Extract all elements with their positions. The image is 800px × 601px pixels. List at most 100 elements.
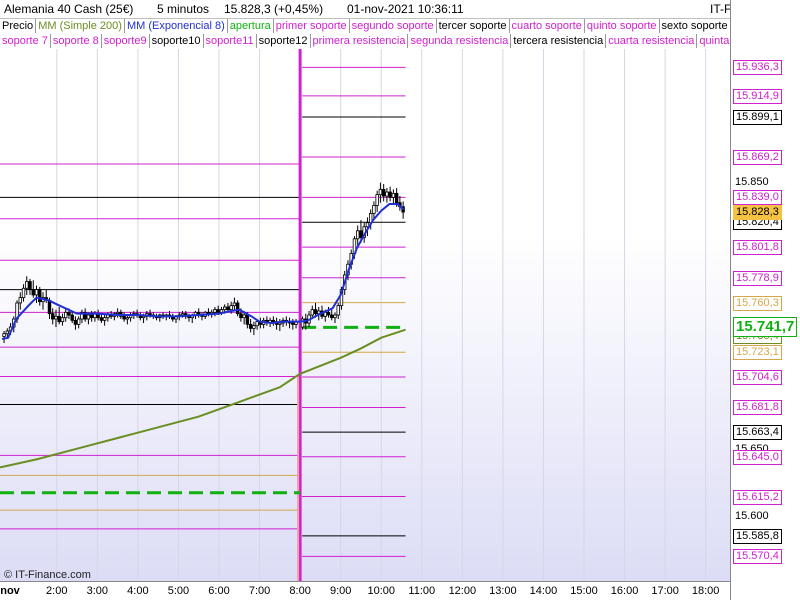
candle-body — [54, 315, 58, 320]
candle-body — [385, 191, 389, 197]
candle-body — [115, 311, 120, 315]
time-axis-label: 17:00 — [651, 585, 679, 597]
open-price-label: 15.741,7 — [733, 317, 798, 338]
legend-item[interactable]: soporte 8 — [51, 34, 102, 48]
candle-body — [326, 311, 331, 316]
candle-body — [355, 230, 360, 240]
legend-item[interactable]: primera resistencia — [311, 34, 409, 48]
candle-body — [232, 302, 237, 307]
price-axis-label: 15.869,2 — [733, 150, 782, 165]
time-axis-label: 11:00 — [408, 585, 436, 597]
candle-body — [391, 192, 396, 198]
legend-row-2: soporte 7 soporte 8 soporte9 soporte10 sopor… — [0, 34, 730, 50]
candle-body — [310, 309, 314, 316]
candle-body — [21, 287, 26, 299]
legend-item[interactable]: soporte11 — [204, 34, 257, 48]
legend-item[interactable]: primer soporte — [274, 19, 350, 33]
legend-item[interactable]: tercera resistencia — [511, 34, 607, 48]
legend-item[interactable]: sexto soporte — [660, 19, 730, 33]
candle-body — [57, 315, 61, 323]
candle-body — [388, 191, 392, 198]
time-axis-label: 7:00 — [248, 585, 271, 597]
time-axis-label: 13:00 — [489, 585, 517, 597]
legend-item[interactable]: cuarta resistencia — [606, 34, 698, 48]
instrument-name: Alemania 40 Cash (25€) — [4, 2, 134, 16]
legend-item[interactable]: segundo soporte — [350, 19, 437, 33]
price-axis-label: 15.723,1 — [733, 345, 782, 361]
legend-item[interactable]: Precio — [0, 19, 37, 33]
time-axis-label: 5:00 — [167, 585, 190, 597]
chart-plot-area[interactable] — [0, 49, 730, 581]
candle-body — [229, 305, 233, 311]
legend-item[interactable]: soporte10 — [150, 34, 204, 48]
candle-body — [245, 314, 250, 325]
price-axis: 15.936,3 15.914,9 15.899,1 15.869,2 15.850 15… — [730, 0, 800, 600]
price-axis-label: 15.760,3 — [733, 295, 782, 311]
candle-body — [34, 289, 39, 296]
legend-item[interactable]: soporte12 — [257, 34, 311, 48]
legend-item[interactable]: segunda resistencia — [408, 34, 512, 48]
price-axis-label: 15.899,1 — [733, 110, 782, 126]
sma200-line — [0, 328, 406, 469]
candle-body — [38, 289, 42, 303]
candle-body — [70, 314, 74, 321]
candle-body — [222, 306, 227, 311]
legend-item[interactable]: soporte9 — [102, 34, 150, 48]
datetime-label: 01-nov-2021 10:36:11 — [347, 2, 464, 16]
price-axis-label: 15.704,6 — [733, 370, 782, 386]
chart-svg — [0, 49, 707, 581]
candle-body — [330, 314, 334, 319]
legend-item[interactable]: quinta resistencia — [697, 34, 730, 48]
candle-body — [271, 319, 276, 323]
time-axis-label: 16:00 — [610, 585, 639, 597]
legend-item[interactable]: soporte 7 — [0, 34, 51, 48]
candle-body — [28, 281, 32, 291]
legend-item[interactable]: cuarto soporte — [510, 19, 585, 33]
price-axis-label: 15.615,2 — [733, 489, 782, 505]
candle-body — [64, 311, 68, 319]
price-axis-label: 15.570,4 — [733, 549, 782, 565]
price-axis-label: 15.681,8 — [733, 400, 782, 416]
candle-body — [252, 325, 256, 329]
legend-item[interactable]: MM (Exponencial 8) — [125, 19, 228, 33]
price-axis-label: 15.778,9 — [733, 270, 782, 286]
candle-body — [235, 302, 240, 315]
legend-item[interactable]: quinto soporte — [585, 19, 660, 33]
candle-body — [2, 333, 6, 337]
price-axis-label: 15.645,0 — [733, 449, 782, 465]
price-axis-label: 15.936,3 — [733, 60, 782, 76]
candle-body — [86, 314, 91, 320]
candle-body — [67, 311, 71, 316]
time-axis-label: 3:00 — [86, 585, 109, 597]
last-price-label: 15.828,3 — [733, 204, 782, 220]
candle-body — [47, 299, 52, 315]
candle-body — [76, 318, 81, 325]
candle-body — [18, 297, 22, 304]
candle-body — [313, 309, 318, 315]
copyright-label: © IT-Finance.com — [4, 569, 91, 581]
price-axis-label: 15.585,8 — [733, 528, 782, 544]
candle-body — [141, 315, 146, 319]
candle-body — [5, 330, 9, 335]
candle-body — [216, 309, 220, 313]
candle-body — [31, 289, 35, 296]
legend-item[interactable]: MM (Simple 200) — [36, 19, 125, 33]
legend-item[interactable]: tercer soporte — [437, 19, 510, 33]
time-axis-label: 10:00 — [367, 585, 395, 597]
candle-body — [359, 230, 363, 238]
candle-body — [180, 313, 185, 316]
price-change: 15.828,3 (+0,45%) — [224, 2, 324, 16]
chart-header: Alemania 40 Cash (25€) 5 minutos 15.828,… — [0, 0, 793, 19]
candle-body — [375, 194, 379, 206]
candle-body — [102, 317, 107, 321]
candle-body — [60, 317, 65, 323]
price-axis-label: 15.850 — [735, 175, 769, 188]
candle-body — [333, 314, 337, 319]
time-axis: nov 2:00 3:00 4:00 5:00 6:00 7:00 8:00 9:00 10:00… — [0, 581, 730, 601]
price-axis-label: 15.663,4 — [733, 425, 782, 441]
time-axis-label: 9:00 — [329, 585, 352, 597]
candle-body — [239, 313, 243, 319]
legend-item[interactable]: apertura — [228, 19, 274, 33]
time-axis-label: 4:00 — [127, 585, 149, 597]
candle-body — [125, 317, 130, 320]
